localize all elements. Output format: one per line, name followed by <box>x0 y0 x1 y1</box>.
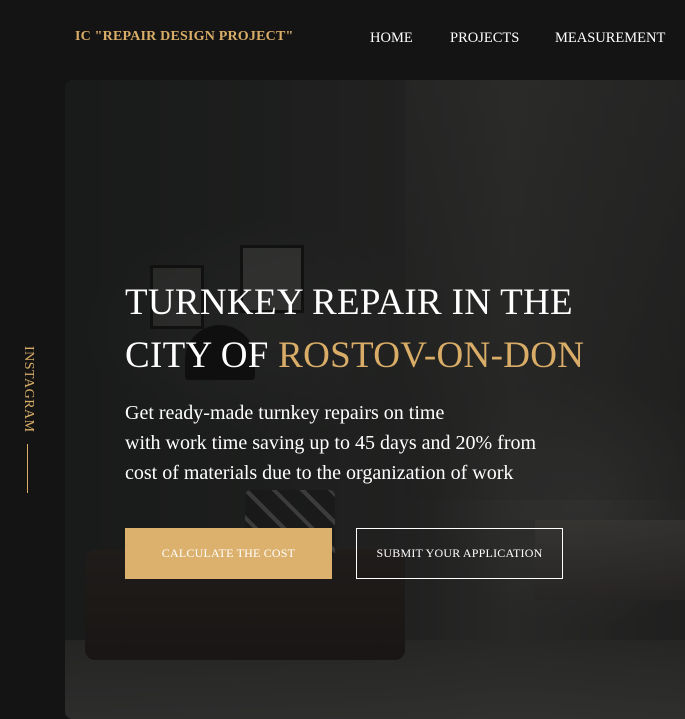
submit-application-button[interactable]: SUBMIT YOUR APPLICATION <box>356 528 563 579</box>
hero-title-accent: ROSTOV-ON-DON <box>278 335 585 376</box>
nav-measurement[interactable]: MEASUREMENT <box>555 30 665 47</box>
instagram-divider <box>27 444 28 493</box>
hero-description-line: cost of materials due to the organizatio… <box>125 462 514 484</box>
hero-title-line2: CITY OF <box>125 335 279 376</box>
hero-title: TURNKEY REPAIR IN THE CITY OF ROSTOV-ON-D… <box>125 276 665 382</box>
instagram-link[interactable]: INSTAGRAM <box>20 346 36 433</box>
site-logo[interactable]: IC "REPAIR DESIGN PROJECT" <box>75 29 293 45</box>
hero-description-line: with work time saving up to 45 days and … <box>125 432 537 454</box>
landing-page: IC "REPAIR DESIGN PROJECT" HOME PROJECTS… <box>0 0 685 719</box>
hero-description: Get ready-made turnkey repairs on time w… <box>125 398 625 488</box>
calculate-cost-button[interactable]: CALCULATE THE COST <box>125 528 332 579</box>
nav-home[interactable]: HOME <box>370 30 413 47</box>
hero-title-line1: TURNKEY REPAIR IN THE <box>125 282 573 323</box>
hero-section: TURNKEY REPAIR IN THE CITY OF ROSTOV-ON-D… <box>65 80 685 719</box>
nav-projects[interactable]: PROJECTS <box>450 30 519 47</box>
hero-description-line: Get ready-made turnkey repairs on time <box>125 402 445 424</box>
site-header: IC "REPAIR DESIGN PROJECT" HOME PROJECTS… <box>0 0 685 78</box>
